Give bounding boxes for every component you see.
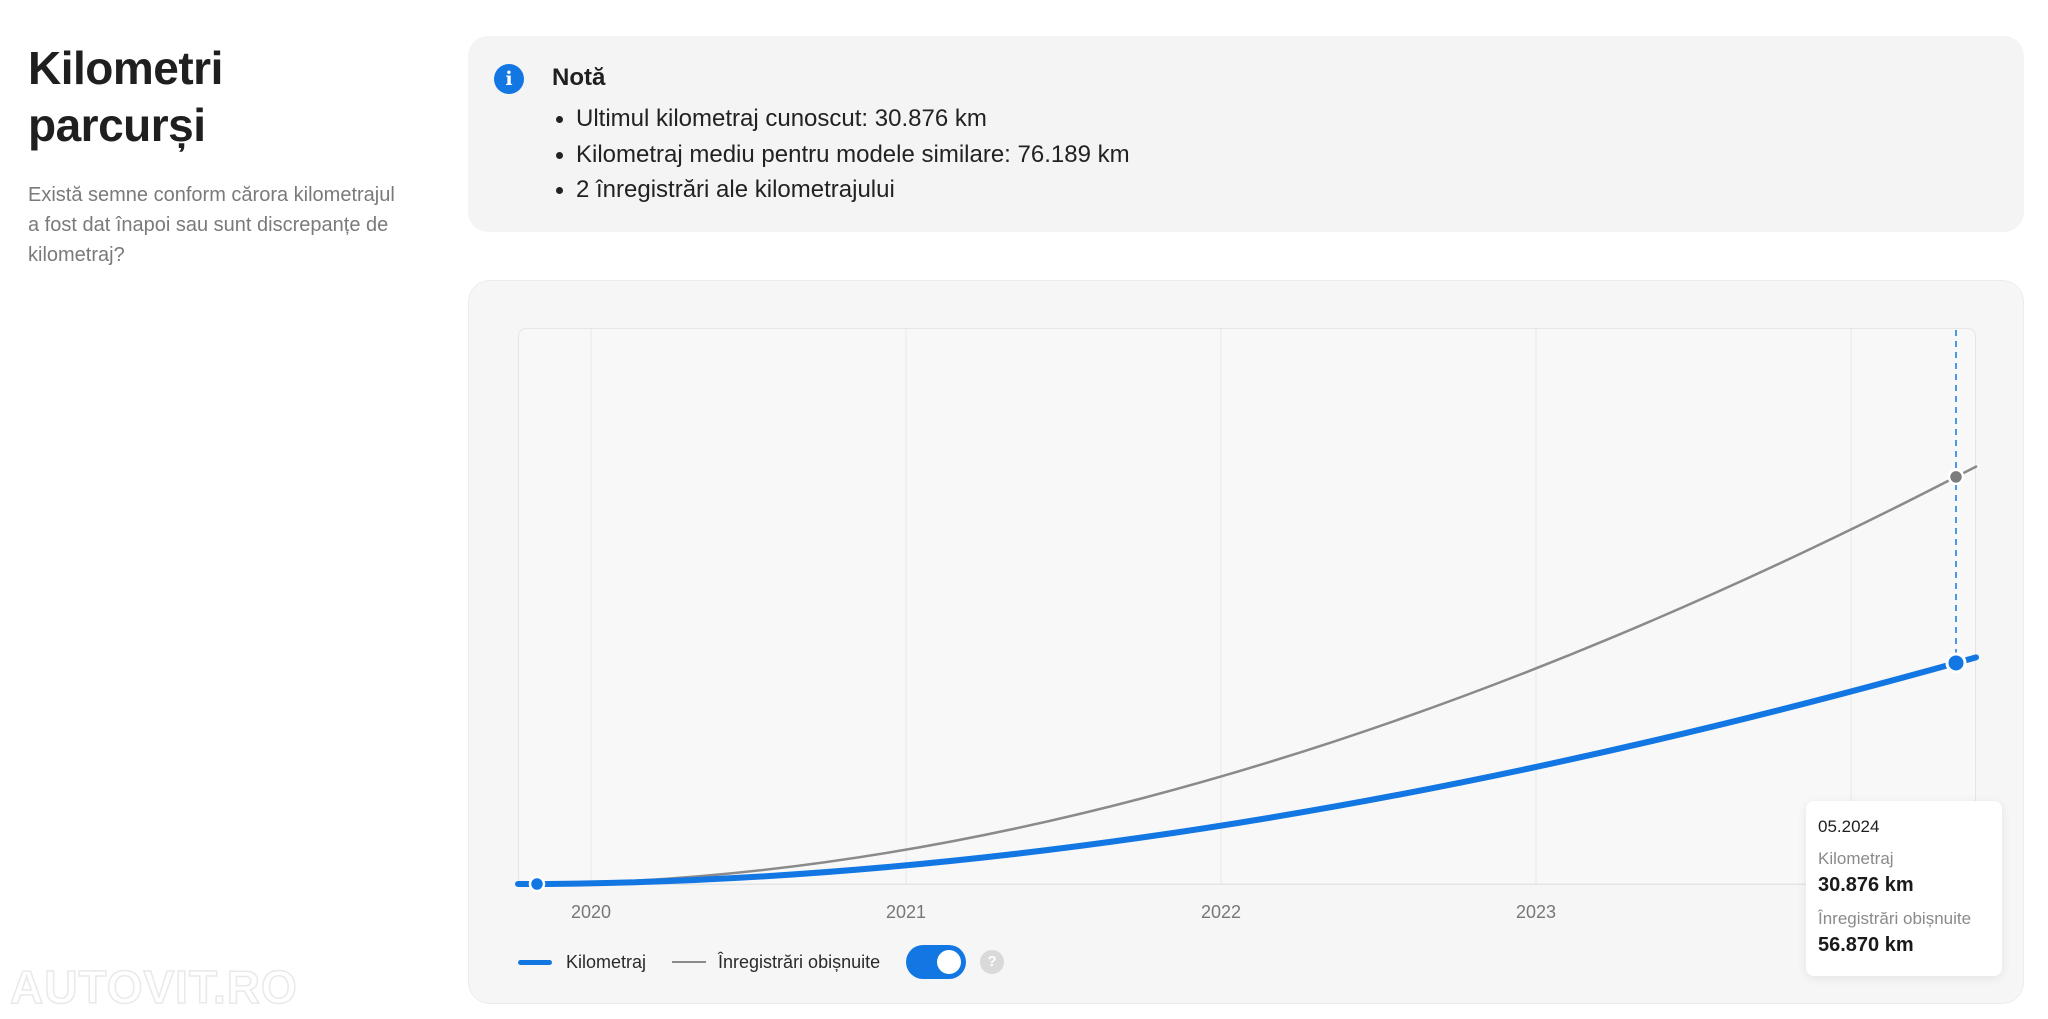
chart-legend: Kilometraj Înregistrări obișnuite ?: [518, 945, 1005, 979]
series-line-mileage: [515, 654, 1979, 887]
tooltip-label-mileage: Kilometraj: [1818, 849, 1894, 868]
x-axis-ticks: 2020 2021 2022 2023: [571, 902, 1556, 922]
point-typical-records-end: [1947, 468, 1965, 486]
toggle-knob: [937, 950, 962, 974]
tooltip-label-typical: Înregistrări obișnuite: [1818, 909, 1972, 928]
tooltip-value-mileage: 30.876 km: [1818, 874, 1914, 896]
legend-item-typical-records[interactable]: Înregistrări obișnuite: [672, 952, 880, 973]
x-tick-label-2022: 2022: [1201, 902, 1241, 922]
grid-lines: [518, 329, 1976, 885]
point-mileage-end: [1945, 652, 1967, 674]
legend-swatch-mileage: [518, 959, 552, 965]
legend-label-typical-records: Înregistrări obișnuite: [718, 951, 881, 972]
markers-layer: [528, 330, 1967, 893]
x-tick-label-2023: 2023: [1516, 902, 1556, 922]
mileage-chart: 2020 2021 2022 2023: [515, 329, 1979, 922]
help-icon[interactable]: ?: [980, 950, 1005, 974]
legend-label-mileage: Kilometraj: [566, 951, 647, 972]
point-mileage-start: [528, 875, 546, 893]
typical-records-toggle[interactable]: [906, 945, 967, 979]
series-layer: [515, 465, 1979, 887]
tooltip-date: 05.2024: [1818, 817, 1880, 836]
tooltip-value-typical: 56.870 km: [1818, 934, 1914, 956]
x-tick-label-2021: 2021: [886, 902, 926, 922]
watermark-logo: AUTOVIT.RO: [9, 960, 298, 1014]
legend-item-mileage[interactable]: Kilometraj: [518, 952, 646, 973]
legend-swatch-typical-records: [672, 960, 707, 964]
chart-tooltip: 05.2024 Kilometraj 30.876 km Înregistrăr…: [1806, 801, 2002, 976]
x-tick-label-2020: 2020: [571, 902, 611, 922]
